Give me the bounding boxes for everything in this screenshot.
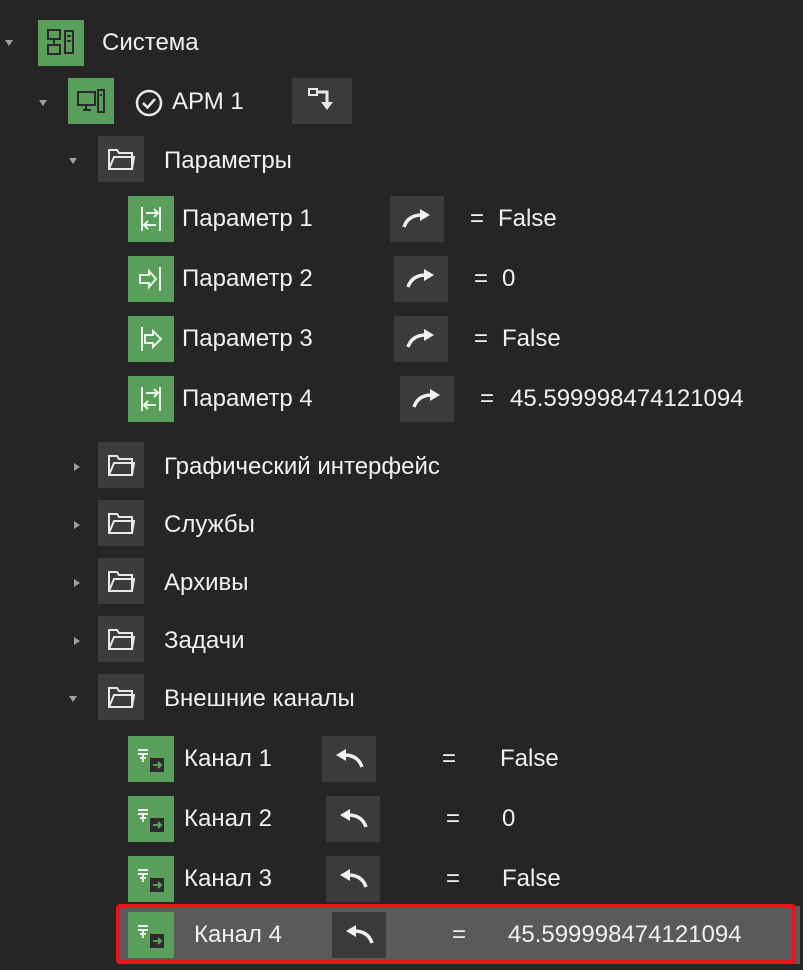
channel-icon [128,796,174,842]
tree-label-parameters[interactable]: Параметры [164,137,292,185]
tree-label-services[interactable]: Службы [164,501,255,549]
undo-arrow-icon [340,809,368,828]
collapse-caret-services[interactable] [70,518,84,532]
redo-arrow-icon [406,329,434,348]
param-eq-1: = [470,205,485,232]
channel-link-button-2[interactable] [326,796,380,842]
param-value-1: False [498,205,557,232]
deploy-icon [308,88,333,110]
param-link-button-2[interactable] [394,256,448,302]
channel-icon [128,736,174,782]
collapse-caret-gui[interactable] [70,460,84,474]
redo-arrow-icon [402,209,430,228]
selection-frame [116,904,796,964]
expand-caret-root[interactable] [2,36,16,50]
channel-value-1: False [500,745,559,772]
channel-link-button-3[interactable] [326,856,380,902]
collapse-caret-archives[interactable] [70,576,84,590]
collapse-caret-tasks[interactable] [70,634,84,648]
folder-icon [98,616,144,662]
tree-label-external[interactable]: Внешние каналы [164,675,355,723]
channel-eq-2: = [446,805,461,832]
param-value-2: 0 [502,265,516,292]
expand-caret-workstation[interactable] [36,96,50,110]
param-link-button-4[interactable] [400,376,454,422]
param-eq-4: = [480,385,495,412]
undo-arrow-icon [340,869,368,888]
folder-icon [98,136,144,182]
param-label-4[interactable]: Параметр 4 [182,375,313,423]
channel-value-2: 0 [502,805,516,832]
param-value-3: False [502,325,561,352]
channel-value-3: False [502,865,561,892]
channel-label-1[interactable]: Канал 1 [184,735,272,783]
param-label-2[interactable]: Параметр 2 [182,255,313,303]
param-label-3[interactable]: Параметр 3 [182,315,313,363]
computer-icon [68,78,114,124]
redo-arrow-icon [406,269,434,288]
param-eq-3: = [474,325,489,352]
param-label-1[interactable]: Параметр 1 [182,195,313,243]
tree-label-gui[interactable]: Графический интерфейс [164,443,440,491]
bidirectional-param-icon [128,196,174,242]
folder-icon [98,674,144,720]
folder-icon [98,442,144,488]
expand-caret-external[interactable] [66,692,80,706]
param-value-4: 45.599998474121094 [510,385,744,412]
check-circle-icon [134,88,164,118]
channel-eq-3: = [446,865,461,892]
channel-label-2[interactable]: Канал 2 [184,795,272,843]
output-param-icon [128,316,174,362]
param-eq-2: = [474,265,489,292]
redo-arrow-icon [412,389,440,408]
undo-arrow-icon [336,749,364,768]
channel-icon [128,856,174,902]
channel-label-3[interactable]: Канал 3 [184,855,272,903]
param-link-button-3[interactable] [394,316,448,362]
tree-label-root[interactable]: Система [102,19,199,67]
param-link-button-1[interactable] [390,196,444,242]
input-param-icon [128,256,174,302]
deploy-button[interactable] [292,78,352,124]
folder-icon [98,558,144,604]
channel-eq-1: = [442,745,457,772]
tree-label-archives[interactable]: Архивы [164,559,249,607]
tree-label-workstation[interactable]: АРМ 1 [172,78,244,126]
network-system-icon [38,20,84,66]
tree-label-tasks[interactable]: Задачи [164,617,245,665]
bidirectional-param-icon [128,376,174,422]
channel-link-button-1[interactable] [322,736,376,782]
expand-caret-parameters[interactable] [66,154,80,168]
folder-icon [98,500,144,546]
